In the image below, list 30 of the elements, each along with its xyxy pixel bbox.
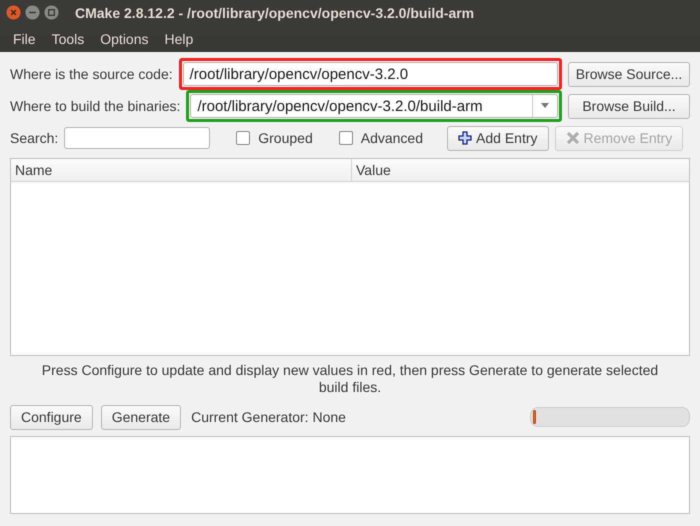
menu-item[interactable]: Options <box>92 30 156 46</box>
generator-label: Current Generator: None <box>191 409 346 425</box>
search-field[interactable] <box>64 127 210 149</box>
checkbox[interactable] <box>338 131 353 145</box>
checkbox-label: Grouped <box>258 130 313 146</box>
path-dropdown[interactable]: /root/library/opencv/opencv-3.2.0/build-arm <box>190 94 558 118</box>
column-header[interactable]: Name <box>11 159 352 181</box>
browse-button[interactable]: Browse Build... <box>568 94 690 118</box>
plus-icon <box>458 131 472 145</box>
column-header[interactable]: Value <box>352 159 391 181</box>
hint-message: Press Configure to update and display new values in red, then press Generate to generate selected build files. <box>40 361 660 397</box>
checkbox[interactable] <box>236 131 250 145</box>
menu-item[interactable]: Tools <box>44 30 92 46</box>
minimize-icon[interactable] <box>25 5 40 20</box>
cross-icon <box>566 131 580 145</box>
field-label: Where to build the binaries: <box>10 98 180 114</box>
menu-item[interactable]: Help <box>156 30 202 46</box>
path-field[interactable]: /root/library/opencv/opencv-3.2.0 <box>182 62 558 86</box>
window-title: CMake 2.8.12.2 - /root/library/opencv/opencv-3.2.0/build-arm <box>75 4 474 20</box>
checkbox-label: Advanced <box>360 130 424 146</box>
dropdown-arrow-icon[interactable] <box>540 103 550 109</box>
close-icon[interactable] <box>6 5 21 20</box>
field-label: Where is the source code: <box>10 66 173 82</box>
maximize-icon[interactable] <box>44 5 59 20</box>
search-label: Search: <box>10 130 58 146</box>
browse-button[interactable]: Browse Source... <box>568 62 690 86</box>
action-button[interactable]: Generate <box>100 404 182 430</box>
menu-item[interactable]: File <box>5 30 44 46</box>
action-button[interactable]: Configure <box>10 404 93 430</box>
entry-button[interactable]: Add Entry <box>447 126 548 150</box>
